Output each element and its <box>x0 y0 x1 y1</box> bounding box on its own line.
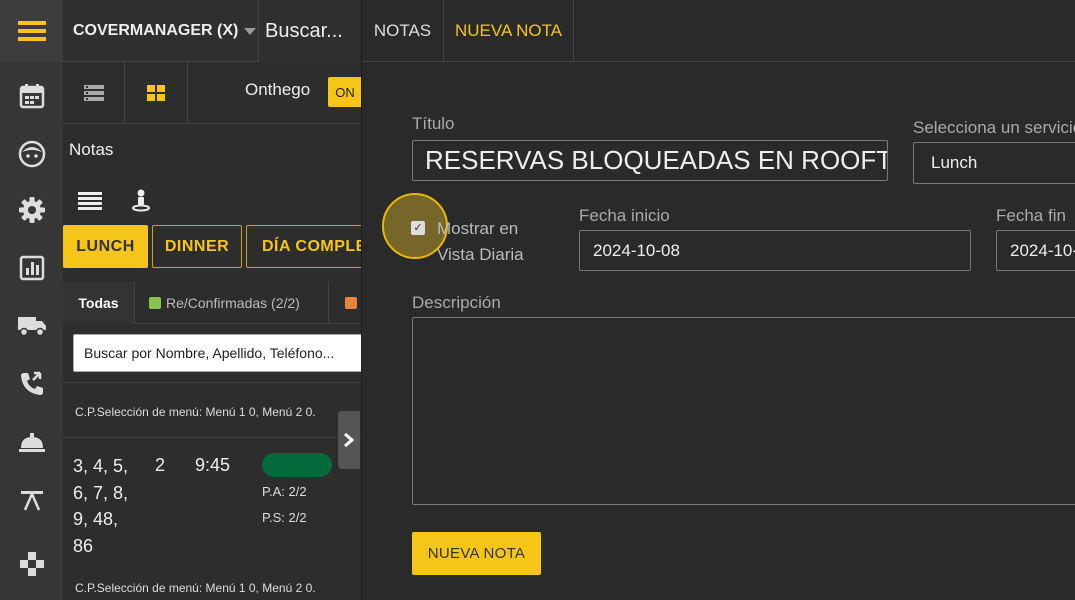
icon-rail <box>0 0 63 600</box>
list-view-button[interactable] <box>63 62 125 124</box>
filter-tab-other[interactable] <box>329 282 361 324</box>
status-badge[interactable] <box>262 453 332 477</box>
end-date-label: Fecha fin <box>996 206 1066 225</box>
app-root: COVERMANAGER (X) Buscar... Onthego ON No… <box>0 0 1075 600</box>
tab-new-note[interactable]: NUEVA NOTA <box>444 0 574 62</box>
reservation-search-input[interactable]: Buscar por Nombre, Apellido, Teléfono... <box>73 334 361 372</box>
hamburger-menu-button[interactable] <box>0 0 63 62</box>
filter-tab-confirmed-label: Re/Confirmadas (2/2) <box>166 295 300 311</box>
face-icon <box>18 140 45 168</box>
end-date-input[interactable]: 2024-10-08 <box>996 230 1075 271</box>
tab-notes[interactable]: NOTAS <box>362 0 444 62</box>
description-textarea[interactable] <box>412 317 1075 505</box>
list-icon <box>78 192 102 210</box>
show-daily-checkbox[interactable]: ✓ <box>411 221 425 235</box>
show-daily-label: Mostrar en Vista Diaria <box>437 219 524 264</box>
filter-tab-all[interactable]: Todas <box>63 282 135 324</box>
shift-dinner-button[interactable]: DINNER <box>152 225 242 268</box>
delivery-nav-button[interactable] <box>0 306 63 346</box>
reservation-pax: 2 <box>155 455 166 475</box>
create-note-button[interactable]: NUEVA NOTA <box>412 532 541 575</box>
phone-transfer-icon <box>20 371 43 395</box>
calendar-nav-button[interactable] <box>0 76 63 116</box>
customers-nav-button[interactable] <box>0 134 63 174</box>
start-date-input[interactable]: 2024-10-08 <box>579 230 971 271</box>
reservations-panel: Onthego ON Notas LUNCH DINNER DÍA COMPLE… <box>63 62 361 600</box>
service-nav-button[interactable] <box>0 422 63 462</box>
gear-icon <box>18 197 45 223</box>
service-select[interactable]: Lunch <box>913 142 1075 184</box>
stats-nav-button[interactable] <box>0 248 63 288</box>
note-form-panel: NOTAS NUEVA NOTA Título RESERVAS BLOQUEA… <box>361 0 1075 600</box>
panel-tabs: NOTAS NUEVA NOTA <box>362 0 1075 62</box>
collapse-panel-button[interactable] <box>338 411 360 469</box>
reservation-tables[interactable]: 3, 4, 5, 6, 7, 8, 9, 48, 86 <box>73 453 133 559</box>
notes-list-button[interactable] <box>78 192 102 215</box>
restaurant-selector[interactable]: COVERMANAGER (X) <box>63 0 259 62</box>
settings-nav-button[interactable] <box>0 190 63 230</box>
notes-label: Notas <box>69 140 114 159</box>
divider <box>63 437 361 438</box>
menu-selection-note: C.P.Selección de menú: Menú 1 0, Menú 2 … <box>75 405 316 419</box>
divider <box>63 382 361 383</box>
shift-lunch-button[interactable]: LUNCH <box>63 225 148 268</box>
service-bell-icon <box>18 433 45 452</box>
start-date-label: Fecha inicio <box>579 206 670 225</box>
reservation-ps: P.S: 2/2 <box>262 510 307 525</box>
games-nav-button[interactable] <box>0 544 63 584</box>
title-input[interactable]: RESERVAS BLOQUEADAS EN ROOFTOP <box>412 140 888 181</box>
chevron-right-icon <box>344 432 355 448</box>
onthego-label: Onthego <box>245 80 311 99</box>
truck-icon <box>17 317 46 337</box>
onthego-toggle[interactable]: ON <box>328 77 361 107</box>
pin-button[interactable] <box>131 188 151 217</box>
service-label: Selecciona un servicio <box>913 118 1075 137</box>
shift-fullday-button[interactable]: DÍA COMPLETO <box>246 225 361 268</box>
confirmed-color-icon <box>149 297 161 309</box>
view-toolbar: Onthego ON <box>63 62 361 124</box>
pending-color-icon <box>345 297 357 309</box>
person-pin-icon <box>132 189 150 212</box>
reservation-pa: P.A: 2/2 <box>262 484 307 499</box>
restaurant-name: COVERMANAGER (X) <box>73 22 239 39</box>
calendar-icon <box>19 84 44 109</box>
filter-tab-confirmed[interactable]: Re/Confirmadas (2/2) <box>135 282 329 324</box>
grid-icon <box>147 85 165 101</box>
reservation-time: 9:45 <box>195 455 231 475</box>
tables-nav-button[interactable] <box>0 480 63 520</box>
menu-selection-note: C.P.Selección de menú: Menú 1 0, Menú 2 … <box>75 581 316 595</box>
filter-tabs: Todas Re/Confirmadas (2/2) <box>63 282 361 324</box>
table-icon <box>20 491 43 511</box>
grid-view-button[interactable] <box>125 62 188 124</box>
server-list-icon <box>83 85 104 101</box>
bar-chart-icon <box>19 255 44 281</box>
calls-nav-button[interactable] <box>0 364 63 404</box>
gamepad-icon <box>19 552 44 576</box>
title-label: Título <box>412 114 455 133</box>
chevron-down-icon <box>244 27 257 35</box>
checkmark-icon: ✓ <box>413 221 423 234</box>
global-search[interactable]: Buscar... <box>259 0 361 62</box>
description-label: Descripción <box>412 293 501 312</box>
menu-icon <box>17 21 46 41</box>
